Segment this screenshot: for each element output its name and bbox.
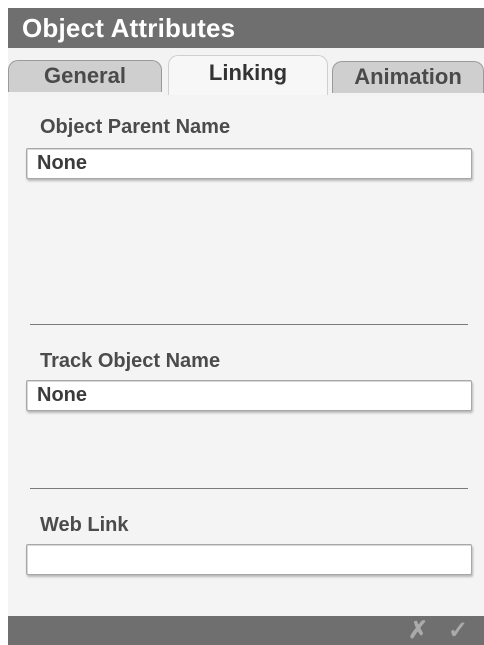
confirm-check-icon[interactable]: ✓	[448, 618, 468, 644]
bottom-toolbar: ✗ ✓	[8, 616, 484, 645]
object-parent-name-input[interactable]: None	[26, 148, 472, 179]
object-parent-name-label: Object Parent Name	[40, 116, 231, 138]
tab-animation[interactable]: Animation	[332, 61, 484, 93]
tab-linking[interactable]: Linking	[168, 55, 328, 95]
dialog-title: Object Attributes	[22, 13, 236, 43]
web-link-input[interactable]	[26, 544, 472, 575]
title-bar: Object Attributes	[8, 8, 484, 48]
track-object-name-input[interactable]: None	[26, 380, 472, 411]
divider-1	[30, 324, 468, 325]
track-object-name-label: Track Object Name	[40, 350, 221, 372]
tab-general[interactable]: General	[8, 60, 162, 92]
linking-panel: Object Parent Name None Track Object Nam…	[8, 96, 484, 616]
object-attributes-dialog: Object Attributes General Linking Animat…	[8, 8, 484, 645]
web-link-label: Web Link	[40, 514, 129, 536]
cancel-icon[interactable]: ✗	[408, 618, 428, 644]
divider-2	[30, 488, 468, 489]
